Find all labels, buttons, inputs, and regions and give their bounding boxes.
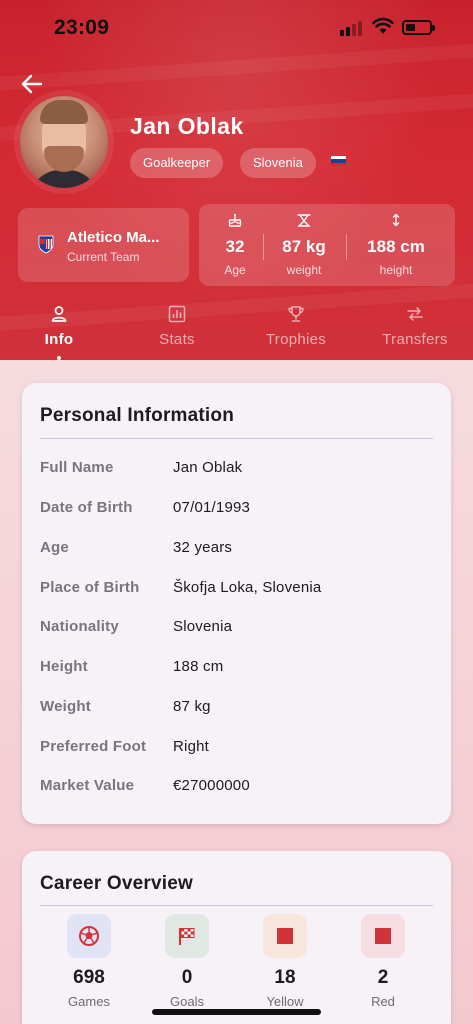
stat-height-value: 188 cm <box>367 237 425 256</box>
info-value: 188 cm <box>173 658 224 675</box>
stat-weight-value: 87 kg <box>282 237 326 256</box>
current-team-card[interactable]: Atletico Ma... Current Team <box>18 208 189 282</box>
battery-icon <box>402 20 435 35</box>
info-value: Slovenia <box>173 618 233 635</box>
info-row-height: Height 188 cm <box>40 658 433 680</box>
tab-transfers[interactable]: Transfers <box>370 300 460 360</box>
info-value: Jan Oblak <box>173 459 243 476</box>
team-crest-icon <box>38 235 54 254</box>
arrow-left-icon <box>21 74 43 94</box>
career-games-label: Games <box>68 994 110 1009</box>
career-overview-card: Career Overview 698 Games 0 Goals 18 Yel… <box>22 851 451 1024</box>
info-row-weight: Weight 87 kg <box>40 698 433 720</box>
career-goals-value: 0 <box>181 967 193 988</box>
info-row-full-name: Full Name Jan Oblak <box>40 459 433 481</box>
info-value: Škofja Loka, Slovenia <box>173 579 322 596</box>
info-row-market-value: Market Value €27000000 <box>40 777 433 799</box>
tab-trophies-label: Trophies <box>265 331 327 348</box>
info-value: 32 years <box>173 539 233 556</box>
player-header: 23:09 Jan Oblak Goalkeeper Slovenia Atle… <box>0 0 473 360</box>
tab-info-label: Info <box>44 331 74 348</box>
info-label: Market Value <box>40 777 135 794</box>
stat-age-value: 32 <box>225 237 245 256</box>
info-row-nationality: Nationality Slovenia <box>40 618 433 640</box>
divider <box>40 438 433 439</box>
red-card-icon <box>361 914 405 958</box>
tab-info[interactable]: Info <box>24 300 94 360</box>
info-value: 87 kg <box>173 698 211 715</box>
personal-information-card: Personal Information Full Name Jan Oblak… <box>22 383 451 824</box>
info-label: Age <box>40 539 69 556</box>
team-name: Atletico Ma... <box>67 229 160 246</box>
country-chip: Slovenia <box>240 148 316 178</box>
stat-weight: 87 kg weight <box>271 204 337 286</box>
career-red-value: 2 <box>377 967 389 988</box>
career-overview-title: Career Overview <box>40 873 193 894</box>
yellow-card-icon <box>263 914 307 958</box>
tab-trophies[interactable]: Trophies <box>250 300 342 360</box>
info-value: Right <box>173 738 210 755</box>
wifi-icon <box>372 17 394 34</box>
cake-icon <box>228 213 242 227</box>
info-label: Preferred Foot <box>40 738 147 755</box>
career-yellow-label: Yellow <box>266 994 304 1009</box>
player-avatar <box>20 96 108 188</box>
back-button[interactable] <box>18 70 46 98</box>
info-value: €27000000 <box>173 777 250 794</box>
stat-height-label: height <box>379 263 413 277</box>
profile-tabs: Info Stats Trophies Transfers <box>0 300 473 360</box>
info-label: Place of Birth <box>40 579 140 596</box>
soccer-ball-icon <box>67 914 111 958</box>
status-time: 23:09 <box>54 16 110 39</box>
swap-arrows-icon <box>407 307 423 321</box>
personal-information-title: Personal Information <box>40 405 235 426</box>
home-indicator[interactable] <box>152 1009 321 1015</box>
info-row-age: Age 32 years <box>40 539 433 561</box>
stat-age: 32 Age <box>215 204 255 286</box>
cellular-signal-icon <box>340 20 366 36</box>
info-label: Height <box>40 658 88 675</box>
career-games-value: 698 <box>73 967 105 988</box>
team-label: Current Team <box>67 250 140 264</box>
career-red-label: Red <box>371 994 395 1009</box>
scale-icon <box>297 214 311 227</box>
trophy-icon <box>288 306 304 322</box>
quick-stats-card: 32 Age 87 kg weight 188 cm height <box>199 204 455 286</box>
checkered-flag-icon <box>165 914 209 958</box>
info-label: Nationality <box>40 618 119 635</box>
info-label: Weight <box>40 698 91 715</box>
slovenia-flag-icon <box>331 156 346 166</box>
status-bar: 23:09 <box>0 0 473 50</box>
tab-transfers-label: Transfers <box>382 331 448 348</box>
divider <box>40 905 433 906</box>
info-row-date-of-birth: Date of Birth 07/01/1993 <box>40 499 433 521</box>
career-yellow-value: 18 <box>274 967 296 988</box>
info-row-preferred-foot: Preferred Foot Right <box>40 738 433 760</box>
active-tab-indicator <box>57 356 61 360</box>
info-label: Date of Birth <box>40 499 133 516</box>
person-icon <box>51 306 67 322</box>
position-chip: Goalkeeper <box>130 148 224 178</box>
height-arrows-icon <box>392 213 400 227</box>
info-value: 07/01/1993 <box>173 499 251 516</box>
career-goals-label: Goals <box>170 994 204 1009</box>
info-row-place-of-birth: Place of Birth Škofja Loka, Slovenia <box>40 579 433 601</box>
stat-weight-label: weight <box>286 263 322 277</box>
tab-stats-label: Stats <box>159 331 195 348</box>
player-name: Jan Oblak <box>130 113 244 139</box>
stat-height: 188 cm height <box>353 204 439 286</box>
stat-age-label: Age <box>224 263 246 277</box>
tab-stats[interactable]: Stats <box>142 300 212 360</box>
info-label: Full Name <box>40 459 114 476</box>
bar-chart-icon <box>168 305 186 323</box>
